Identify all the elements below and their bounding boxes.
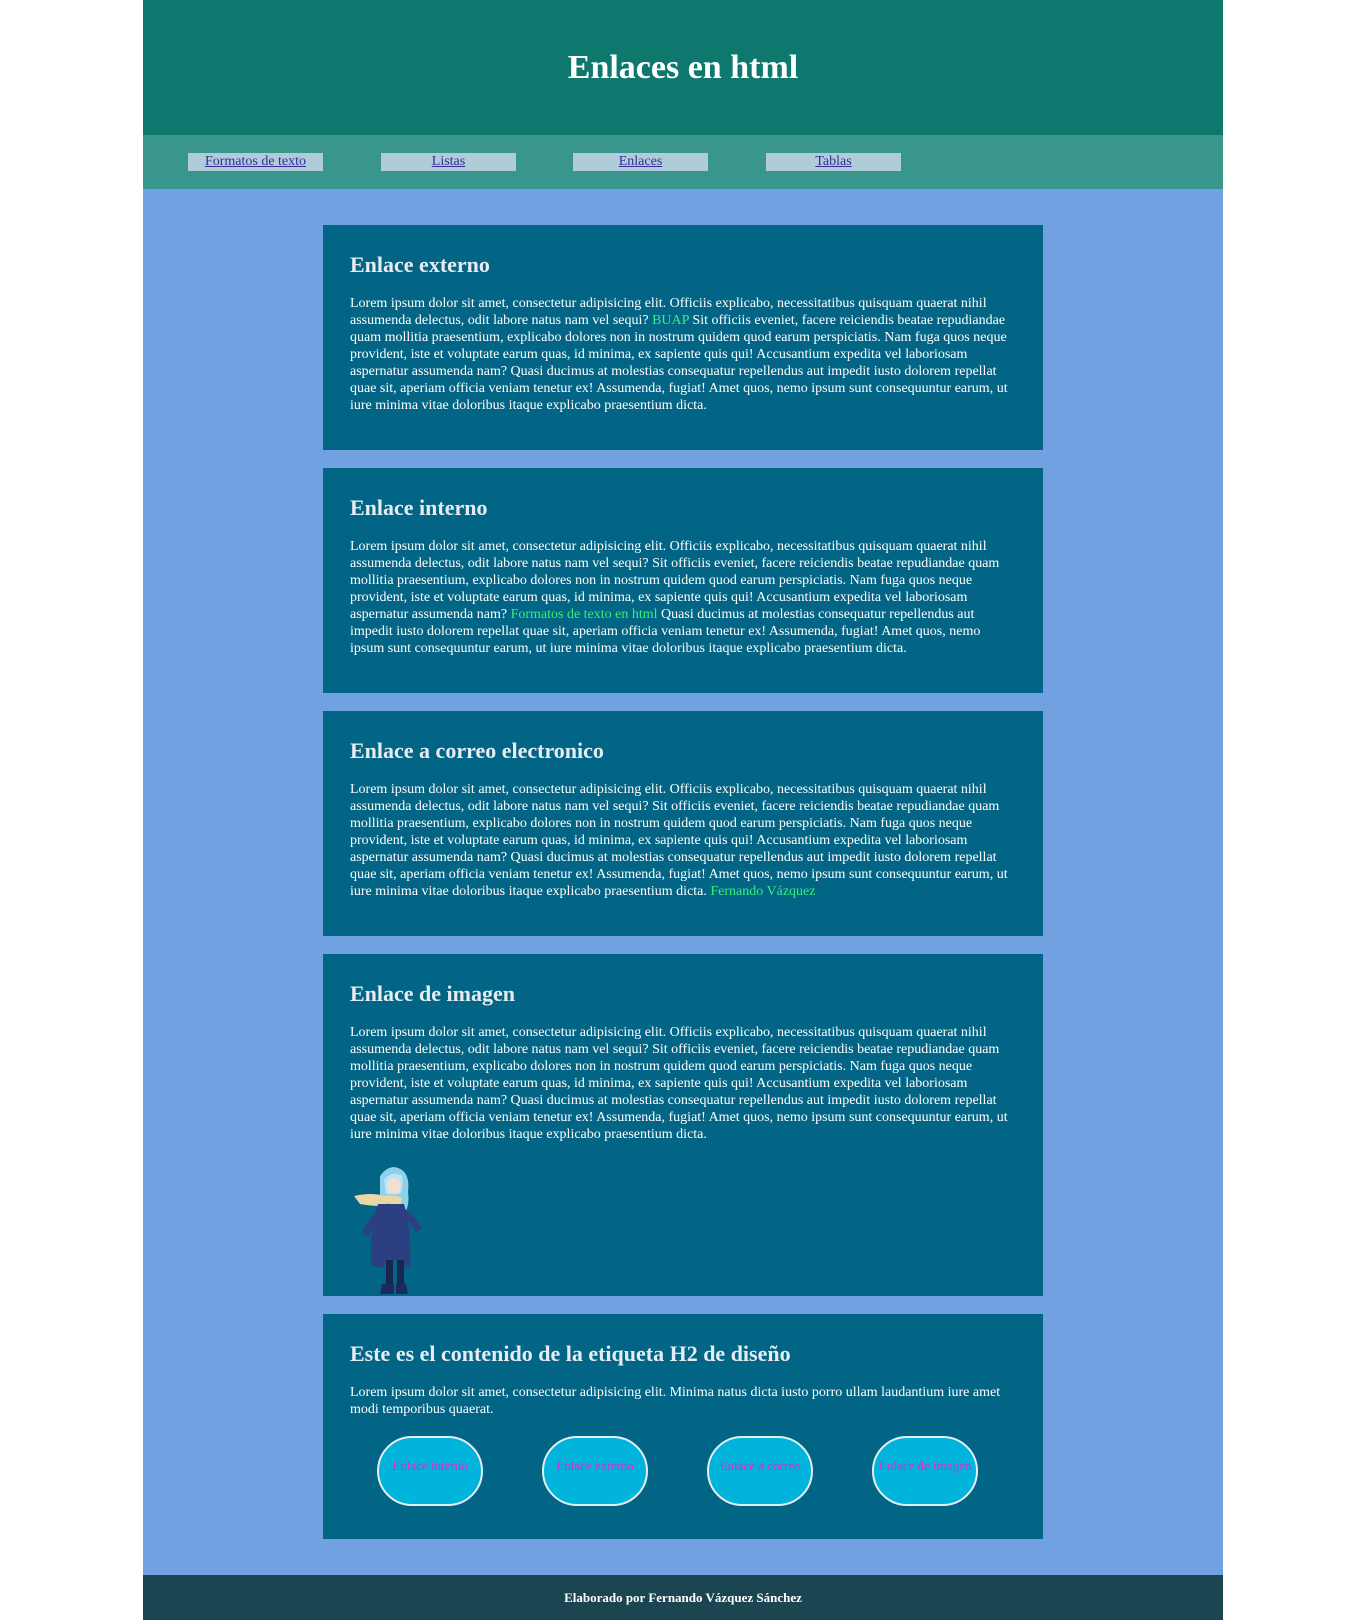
section-title: Enlace interno bbox=[350, 495, 488, 520]
section-text: Lorem ipsum dolor sit amet, consectetur … bbox=[350, 296, 1008, 413]
nav-link-tablas[interactable]: Tablas bbox=[766, 153, 901, 171]
section-diseno: Este es el contenido de la etiqueta H2 d… bbox=[323, 1314, 1043, 1539]
section-text: Lorem ipsum dolor sit amet, consectetur … bbox=[350, 782, 1008, 899]
section-enlace-correo: Enlace a correo electronico Lorem ipsum … bbox=[323, 711, 1043, 936]
section-title: Este es el contenido de la etiqueta H2 d… bbox=[350, 1341, 791, 1366]
section-text: Lorem ipsum dolor sit amet, consectetur … bbox=[350, 539, 1000, 656]
main-nav: Formatos de texto Listas Enlaces Tablas bbox=[143, 135, 1223, 189]
section-enlace-interno: Enlace interno Lorem ipsum dolor sit ame… bbox=[323, 468, 1043, 693]
page: Enlaces en html Formatos de texto Listas… bbox=[143, 0, 1223, 1620]
link-email[interactable]: Fernando Vázquez bbox=[710, 884, 815, 899]
section-enlace-externo: Enlace externo Lorem ipsum dolor sit ame… bbox=[323, 225, 1043, 450]
button-enlace-interno[interactable]: Enlace interno bbox=[377, 1436, 483, 1506]
nav-link-enlaces[interactable]: Enlaces bbox=[573, 153, 708, 171]
footer-text: Elaborado por Fernando Vázquez Sánchez bbox=[564, 1589, 802, 1605]
button-enlace-imagen[interactable]: Enlace de imagen bbox=[872, 1436, 978, 1506]
section-title: Enlace de imagen bbox=[350, 981, 515, 1006]
section-text: Lorem ipsum dolor sit amet, consectetur … bbox=[350, 1385, 1001, 1417]
character-image bbox=[354, 1167, 422, 1294]
nav-link-listas[interactable]: Listas bbox=[381, 153, 516, 171]
link-formatos-texto[interactable]: Formatos de texto en html bbox=[511, 607, 658, 622]
image-link-character[interactable] bbox=[350, 1162, 430, 1296]
site-footer: Elaborado por Fernando Vázquez Sánchez bbox=[143, 1575, 1223, 1620]
page-title: Enlaces en html bbox=[567, 48, 799, 86]
section-title: Enlace externo bbox=[350, 252, 490, 277]
nav-link-formatos[interactable]: Formatos de texto bbox=[188, 153, 323, 171]
site-header: Enlaces en html bbox=[143, 0, 1223, 135]
section-text: Lorem ipsum dolor sit amet, consectetur … bbox=[350, 1025, 1008, 1142]
button-enlace-externo[interactable]: Enlace externo bbox=[542, 1436, 648, 1506]
section-title: Enlace a correo electronico bbox=[350, 738, 604, 763]
link-buap[interactable]: BUAP bbox=[652, 313, 689, 328]
section-enlace-imagen: Enlace de imagen Lorem ipsum dolor sit a… bbox=[323, 954, 1043, 1296]
button-enlace-correo[interactable]: Enlace a correo bbox=[707, 1436, 813, 1506]
